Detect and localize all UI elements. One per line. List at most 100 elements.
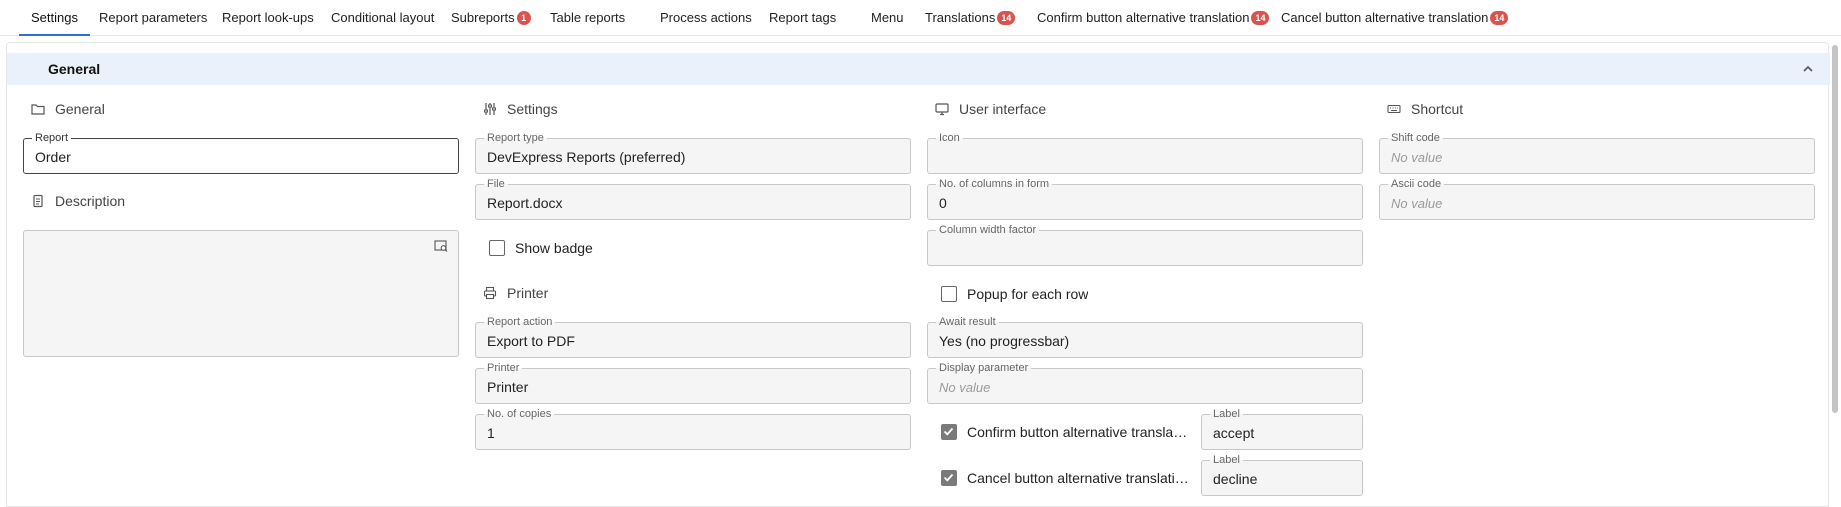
field-value: 1 (487, 425, 495, 441)
field-placeholder: No value (1391, 196, 1443, 211)
field-label: Report type (484, 132, 547, 144)
tab-label: Report parameters (99, 10, 208, 25)
tab-label: Cancel button alternative translation (1281, 10, 1489, 25)
tab-badge: 14 (997, 11, 1016, 25)
field-label: Column width factor (936, 224, 1040, 236)
sliders-icon (484, 103, 496, 115)
field-label: Icon (936, 132, 963, 144)
section-printer: Printer (483, 284, 548, 302)
field-label: Printer (484, 362, 523, 374)
field-value: decline (1213, 471, 1258, 487)
field-label: Label (1210, 408, 1243, 420)
tab-subreports[interactable]: Subreports 1 (451, 0, 531, 36)
section-general: General (31, 100, 105, 118)
cancel-label-field[interactable]: Label decline (1201, 454, 1363, 496)
field-value: Export to PDF (487, 333, 575, 349)
checkbox-label: Show badge (515, 240, 593, 256)
shift-code-field[interactable]: Shift code No value (1379, 132, 1815, 174)
tab-report-tags[interactable]: Report tags (769, 0, 836, 36)
scrollbar-thumb[interactable] (1832, 45, 1838, 413)
show-badge-checkbox[interactable]: Show badge (489, 238, 593, 258)
field-placeholder: No value (1391, 150, 1443, 165)
field-label: Await result (936, 316, 999, 328)
checkbox-box[interactable] (941, 286, 957, 302)
popup-each-row-checkbox[interactable]: Popup for each row (941, 284, 1088, 304)
section-title: Printer (507, 285, 549, 301)
section-settings: Settings (483, 100, 558, 118)
section-title: User interface (959, 101, 1047, 117)
tab-conditional-layout[interactable]: Conditional layout (331, 0, 434, 36)
checkbox-box[interactable] (489, 240, 505, 256)
column-width-factor-field[interactable]: Column width factor (927, 224, 1363, 266)
field-label: Shift code (1388, 132, 1443, 144)
section-shortcut: Shortcut (1387, 100, 1463, 118)
tab-cancel-alt-translation[interactable]: Cancel button alternative translation 14 (1281, 0, 1509, 36)
field-value: Yes (no progressbar) (939, 333, 1070, 349)
tab-label: Confirm button alternative translation (1037, 10, 1250, 25)
tab-badge: 14 (1251, 11, 1270, 25)
tab-label: Report tags (769, 10, 837, 25)
field-value: Printer (487, 379, 529, 395)
file-field[interactable]: File Report.docx (475, 178, 911, 220)
field-label: File (484, 178, 508, 190)
expand-editor-icon[interactable] (434, 239, 448, 253)
tab-menu[interactable]: Menu (871, 0, 904, 36)
section-description: Description (31, 192, 125, 210)
tab-process-actions[interactable]: Process actions (660, 0, 752, 36)
report-field[interactable]: Report Order (23, 132, 459, 174)
section-title: Shortcut (1411, 101, 1464, 117)
tab-label: Report look-ups (222, 10, 314, 25)
await-result-field[interactable]: Await result Yes (no progressbar) (927, 316, 1363, 358)
checkbox-box[interactable] (941, 424, 957, 440)
printer-icon (483, 286, 497, 300)
panel-header[interactable]: General (7, 53, 1830, 85)
chevron-up-icon[interactable] (1802, 63, 1814, 75)
tab-bar: Settings Report parameters Report look-u… (0, 0, 1841, 36)
field-label: Report (32, 132, 72, 144)
checkmark-icon (943, 427, 954, 436)
tab-label: Table reports (550, 10, 626, 25)
checkbox-label: Popup for each row (967, 286, 1089, 302)
field-label: Report action (484, 316, 556, 328)
field-label: Label (1210, 454, 1243, 466)
field-label: No. of columns in form (936, 178, 1053, 190)
document-icon (33, 194, 43, 208)
tab-table-reports[interactable]: Table reports (550, 0, 625, 36)
field-value: Report.docx (487, 195, 563, 211)
section-title: Settings (507, 101, 558, 117)
report-action-field[interactable]: Report action Export to PDF (475, 316, 911, 358)
checkmark-icon (943, 473, 954, 482)
confirm-label-field[interactable]: Label accept (1201, 408, 1363, 450)
tab-translations[interactable]: Translations 14 (925, 0, 1016, 36)
confirm-alt-translation-checkbox[interactable]: Confirm button alternative translation (941, 422, 1189, 442)
tab-report-parameters[interactable]: Report parameters (99, 0, 207, 36)
tab-label: Settings (31, 10, 78, 25)
section-title: General (55, 101, 105, 117)
tab-badge: 14 (1490, 11, 1509, 25)
field-value: DevExpress Reports (preferred) (487, 149, 686, 165)
report-type-field[interactable]: Report type DevExpress Reports (preferre… (475, 132, 911, 174)
tab-label: Subreports (451, 10, 515, 25)
tab-confirm-alt-translation[interactable]: Confirm button alternative translation 14 (1037, 0, 1270, 36)
keyboard-icon (1387, 104, 1401, 114)
field-label: No. of copies (484, 408, 555, 420)
tab-settings[interactable]: Settings (19, 0, 90, 36)
display-parameter-field[interactable]: Display parameter No value (927, 362, 1363, 404)
tab-badge: 1 (516, 11, 531, 25)
ascii-code-field[interactable]: Ascii code No value (1379, 178, 1815, 220)
checkbox-label: Cancel button alternative translation (967, 470, 1189, 486)
tab-report-look-ups[interactable]: Report look-ups (222, 0, 314, 36)
copies-field[interactable]: No. of copies 1 (475, 408, 911, 450)
printer-field[interactable]: Printer Printer (475, 362, 911, 404)
icon-field[interactable]: Icon (927, 132, 1363, 174)
tab-label: Process actions (660, 10, 752, 25)
field-value: Order (35, 149, 71, 165)
tab-label: Conditional layout (331, 10, 435, 25)
checkbox-box[interactable] (941, 470, 957, 486)
columns-in-form-field[interactable]: No. of columns in form 0 (927, 178, 1363, 220)
section-user-interface: User interface (935, 100, 1046, 118)
section-title: Description (55, 193, 126, 209)
cancel-alt-translation-checkbox[interactable]: Cancel button alternative translation (941, 468, 1189, 488)
description-textarea[interactable] (23, 230, 459, 357)
field-placeholder: No value (939, 380, 991, 395)
